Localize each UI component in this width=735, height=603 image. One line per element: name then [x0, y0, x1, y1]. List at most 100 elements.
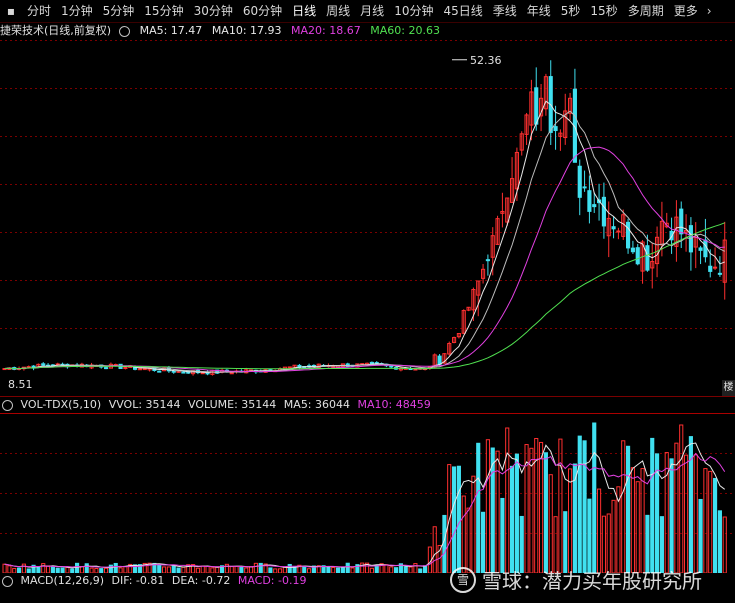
candle-body [626, 221, 631, 249]
volume-bar [640, 468, 645, 573]
tab-12[interactable]: 年线 [522, 0, 556, 22]
volume-bar [485, 439, 490, 573]
tab-15[interactable]: 多周期 [623, 0, 669, 22]
volume-info-bar: VOL-TDX(5,10) VVOL: 35144 VOLUME: 35144 … [0, 397, 735, 413]
volume-bar [113, 562, 118, 573]
volume-bar [703, 468, 708, 573]
menu-icon[interactable]: ▪ [0, 0, 22, 22]
tab-0[interactable]: 分时 [22, 0, 56, 22]
vol-indicator-name: VOL-TDX(5,10) [20, 398, 102, 411]
candle-body [369, 361, 374, 365]
volume-value: VOLUME: 35144 [188, 398, 277, 411]
volume-bar [476, 442, 481, 573]
tab-8[interactable]: 月线 [355, 0, 389, 22]
candle-body [645, 245, 650, 271]
volume-bar [722, 516, 727, 573]
volume-bar [514, 453, 519, 573]
volume-bar [224, 563, 229, 573]
volume-bar [698, 498, 703, 573]
corner-tag[interactable]: 楼 [722, 380, 735, 396]
volume-bar [510, 465, 515, 573]
ma10-value: MA10: 17.93 [211, 24, 282, 37]
candle-body [717, 272, 722, 275]
macd-settings-icon[interactable] [2, 575, 13, 587]
volume-bar [253, 562, 258, 573]
tab-9[interactable]: 10分钟 [389, 0, 438, 22]
volume-bar [587, 498, 592, 573]
tab-14[interactable]: 15秒 [585, 0, 622, 22]
volume-bar [626, 445, 631, 573]
candle-body [534, 87, 539, 125]
tab-7[interactable]: 周线 [321, 0, 355, 22]
candle-body [630, 247, 635, 253]
tab-5[interactable]: 60分钟 [238, 0, 287, 22]
ma20-value: MA20: 18.67 [291, 24, 361, 37]
candle-body [587, 190, 592, 212]
candle-body [142, 368, 147, 371]
volume-bar [688, 436, 693, 573]
candle-body [698, 247, 703, 251]
tab-1[interactable]: 1分钟 [56, 0, 98, 22]
volume-bar [534, 438, 539, 573]
ma5-value: MA5: 17.47 [139, 24, 203, 37]
volume-bar [46, 565, 51, 573]
settings-circle-icon[interactable] [119, 25, 131, 37]
period-toolbar: ▪ 分时 1分钟 5分钟 15分钟 30分钟 60分钟 日线 周线 月线 10分钟 45日线 季线 年线… [0, 0, 735, 23]
dif-value: DIF: -0.81 [111, 574, 165, 587]
volume-bar [630, 467, 635, 573]
candle-body [708, 265, 713, 272]
volume-bar [384, 564, 389, 573]
candle-body [616, 230, 621, 233]
volume-bar [287, 563, 292, 573]
high-price-label: 52.36 [470, 54, 502, 67]
volume-bar [461, 495, 466, 573]
volume-bar [635, 481, 640, 573]
ma10-line [4, 110, 725, 373]
candle-body [679, 208, 684, 235]
volume-bar [200, 565, 205, 573]
watermark-text: 雪球：潜力买年股研究所 [482, 569, 702, 593]
tab-2[interactable]: 5分钟 [98, 0, 140, 22]
volume-bar [500, 497, 505, 573]
volume-bar [360, 562, 365, 573]
candle-body [703, 239, 708, 258]
price-info-bar: 捷荣技术(日线,前复权) MA5: 17.47 MA10: 17.93 MA20… [0, 22, 735, 40]
ma60-value: MA60: 20.63 [370, 24, 440, 37]
macd-value: MACD: -0.19 [237, 574, 307, 587]
volume-bar [21, 563, 26, 573]
tab-4[interactable]: 30分钟 [189, 0, 238, 22]
volume-bar [41, 563, 46, 573]
candle-body [389, 365, 394, 368]
tab-16[interactable]: 更多 [669, 0, 703, 22]
tab-13[interactable]: 5秒 [556, 0, 586, 22]
price-chart[interactable]: 52.36 8.51 [0, 40, 735, 397]
candle-body [181, 371, 186, 374]
volume-bar [466, 507, 471, 573]
volume-bar [708, 470, 713, 573]
tab-11[interactable]: 季线 [488, 0, 522, 22]
tab-3[interactable]: 15分钟 [139, 0, 188, 22]
candle-body [485, 259, 490, 262]
volume-chart[interactable] [0, 413, 735, 573]
vol-ma10-value: MA10: 48459 [357, 398, 431, 411]
volume-bar [548, 474, 553, 573]
vol-ma5-value: MA5: 36044 [283, 398, 351, 411]
volume-bar [650, 437, 655, 573]
candle-body [171, 370, 176, 373]
tab-10[interactable]: 45日线 [438, 0, 487, 22]
volume-bar [674, 442, 679, 573]
low-price-label: 8.51 [8, 378, 33, 391]
candle-body [635, 247, 640, 265]
chevron-right-icon[interactable]: › [703, 4, 716, 18]
ma20-line [4, 146, 725, 373]
dea-value: DEA: -0.72 [171, 574, 231, 587]
volume-bar [558, 438, 563, 573]
volume-bar [258, 562, 263, 573]
vol-settings-icon[interactable] [2, 399, 13, 411]
candle-body [582, 186, 587, 189]
volume-bar [481, 511, 486, 573]
candle-body [601, 196, 606, 227]
volume-bar [717, 510, 722, 573]
tab-6[interactable]: 日线 [287, 0, 321, 22]
volume-bar [563, 511, 568, 573]
